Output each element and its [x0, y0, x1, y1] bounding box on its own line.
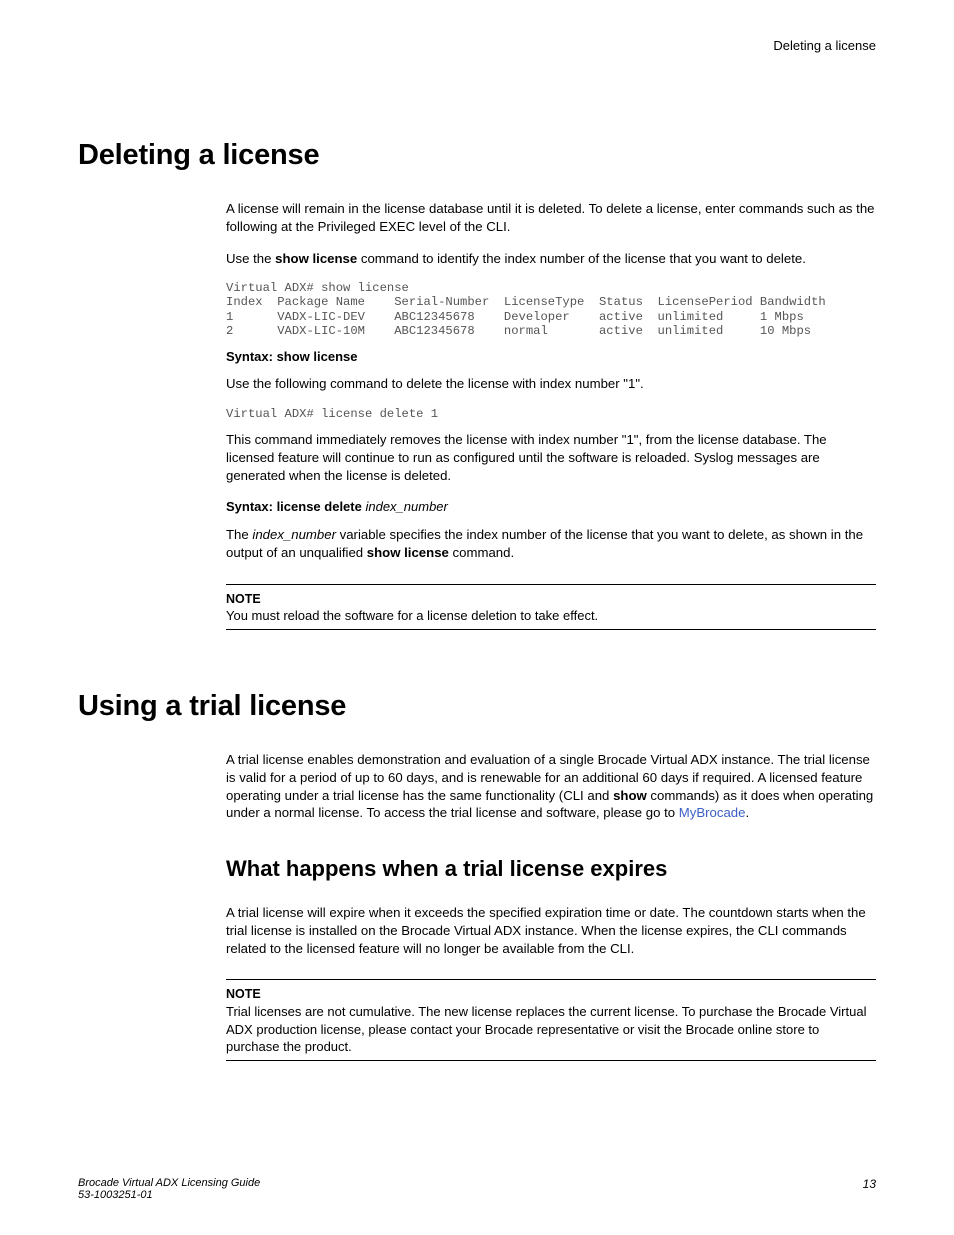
footer-doc-number: 53-1003251-01	[78, 1189, 260, 1201]
syntax-license-delete: Syntax: license delete index_number	[226, 498, 876, 516]
paragraph: A trial license enables demonstration an…	[226, 751, 876, 822]
mybrocade-link[interactable]: MyBrocade	[679, 805, 746, 820]
note-box: NOTE You must reload the software for a …	[226, 584, 876, 630]
footer-left: Brocade Virtual ADX Licensing Guide 53-1…	[78, 1177, 260, 1201]
page-footer: Brocade Virtual ADX Licensing Guide 53-1…	[78, 1177, 876, 1201]
cli-output-show-license: Virtual ADX# show license Index Package …	[226, 281, 876, 337]
footer-doc-title: Brocade Virtual ADX Licensing Guide	[78, 1177, 260, 1189]
text: command.	[449, 545, 514, 560]
note-label: NOTE	[226, 591, 876, 608]
command-name: show license	[275, 251, 357, 266]
text: Use the	[226, 251, 275, 266]
syntax-show-license: Syntax: show license	[226, 348, 876, 366]
page: Deleting a license Deleting a license A …	[0, 0, 954, 1235]
heading-deleting-a-license: Deleting a license	[78, 139, 876, 172]
text: command to identify the index number of …	[357, 251, 806, 266]
running-header: Deleting a license	[78, 38, 876, 53]
note-text: Trial licenses are not cumulative. The n…	[226, 1003, 876, 1056]
note-label: NOTE	[226, 986, 876, 1003]
paragraph: This command immediately removes the lic…	[226, 431, 876, 484]
text: The	[226, 527, 252, 542]
paragraph: A license will remain in the license dat…	[226, 200, 876, 236]
section-trial-body: A trial license enables demonstration an…	[226, 751, 876, 1061]
note-text: You must reload the software for a licen…	[226, 607, 876, 625]
paragraph: The index_number variable specifies the …	[226, 526, 876, 562]
paragraph: A trial license will expire when it exce…	[226, 904, 876, 957]
footer-page-number: 13	[863, 1177, 876, 1201]
text: .	[745, 805, 749, 820]
paragraph: Use the following command to delete the …	[226, 375, 876, 393]
heading-using-a-trial-license: Using a trial license	[78, 690, 876, 723]
syntax-argument: index_number	[365, 499, 447, 514]
syntax-label: Syntax: license delete	[226, 499, 362, 514]
note-box: NOTE Trial licenses are not cumulative. …	[226, 979, 876, 1061]
section-deleting-body: A license will remain in the license dat…	[226, 200, 876, 630]
cli-output-license-delete: Virtual ADX# license delete 1	[226, 407, 876, 421]
command-name: show license	[367, 545, 449, 560]
paragraph: Use the show license command to identify…	[226, 250, 876, 268]
subheading-trial-expires: What happens when a trial license expire…	[226, 854, 876, 884]
command-name: show	[613, 788, 647, 803]
variable-name: index_number	[252, 527, 336, 542]
